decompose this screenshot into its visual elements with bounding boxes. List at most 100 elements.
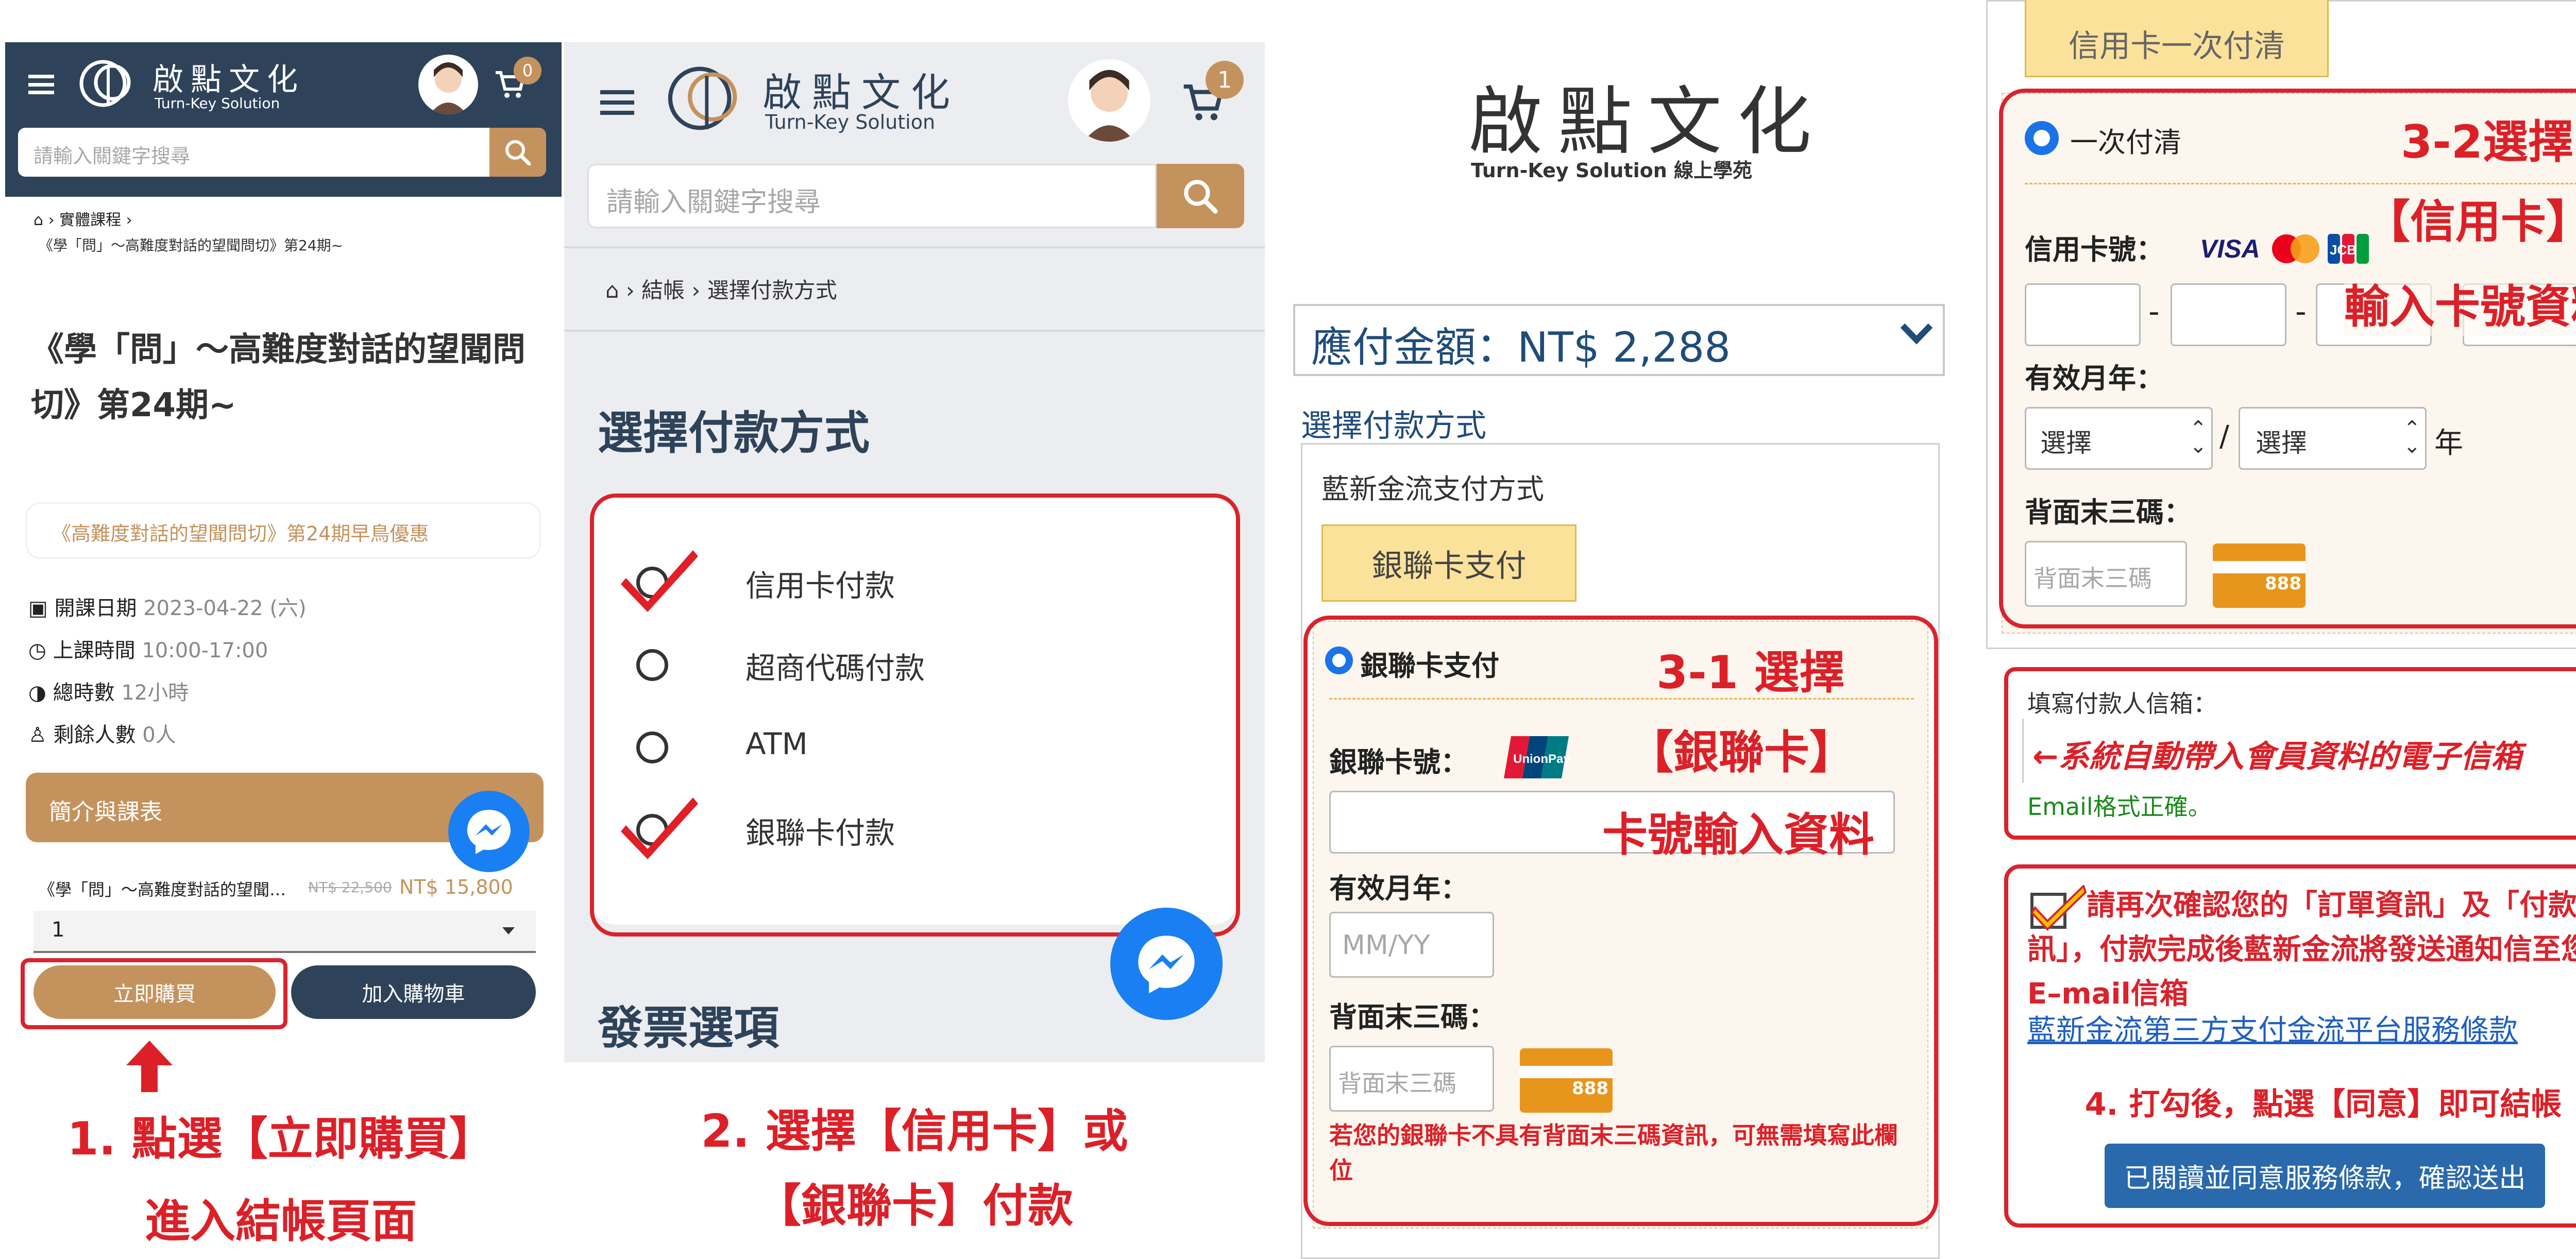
messenger-button[interactable] (1110, 908, 1223, 1020)
card-number-label: 銀聯卡號： (1329, 746, 1468, 778)
option-atm[interactable]: ATM (621, 726, 1188, 773)
unionpay-radio[interactable] (1325, 646, 1353, 674)
add-to-cart-button[interactable]: 加入購物車 (291, 965, 536, 1019)
unionpay-radio-label: 銀聯卡支付 (1360, 650, 1499, 682)
annotation-credit-card: 【信用卡】 (2365, 195, 2576, 248)
credit-card-onetime-tab[interactable]: 信用卡一次付清 (2025, 0, 2329, 77)
step2-line2: 【銀聯卡】付款 (755, 1179, 1073, 1232)
divider (564, 330, 1265, 332)
panel-course-page: 啟點文化 Turn-Key Solution 0 請輸入關鍵字搜尋 ⌂ › 實體… (0, 0, 562, 1259)
atm-radio[interactable] (636, 731, 668, 763)
messenger-icon (1138, 935, 1195, 994)
credit-card-label: 信用卡付款 (745, 568, 895, 603)
dashed-divider (1329, 698, 1914, 700)
hamburger-icon[interactable] (28, 75, 54, 94)
cvv-placeholder: 背面末三碼 (1338, 1069, 1456, 1097)
option-convenience-store[interactable]: 超商代碼付款 (621, 644, 1188, 690)
chevron-down-icon[interactable] (1899, 320, 1935, 346)
brand-tagline: Turn-Key Solution 線上學苑 (1471, 159, 1753, 182)
info-row-date: ▣ 開課日期 2023-04-22 (六) (28, 597, 307, 620)
brand-tagline: Turn-Key Solution (765, 111, 936, 133)
seat-icon: ♙ (28, 723, 47, 747)
select-arrows-icon: ⌃ ⌄ (2403, 417, 2421, 458)
card-brands-icon: VISA JCB (2200, 231, 2385, 267)
course-info-list: ▣ 開課日期 2023-04-22 (六) ◷ 上課時間 10:00-17:00… (28, 587, 307, 756)
cart-count-badge: 1 (1206, 61, 1244, 99)
course-title: 《學「問」～高難度對話的望聞問切》第24期~ (31, 331, 526, 424)
unionpay-logo-icon: UnionPay (1502, 734, 1571, 780)
annotation-3-2: 3-2選擇 (2401, 115, 2573, 168)
info-row-hours: ◑ 總時數 12小時 (28, 681, 189, 705)
email-valid-message: Email格式正確。 (2027, 793, 2212, 821)
convenience-store-radio[interactable] (636, 649, 668, 681)
card-number-label: 信用卡號： (2025, 233, 2164, 266)
brand-name: 啟點文化 (152, 62, 305, 98)
checkmark-icon (621, 550, 698, 612)
page-title: 選擇付款方式 (598, 406, 870, 460)
search-button[interactable] (1157, 164, 1244, 228)
dash-separator: - (2148, 294, 2160, 330)
unionpay-tab[interactable]: 銀聯卡支付 (1321, 524, 1577, 602)
email-annotation: ←系統自動帶入會員資料的電子信箱 (2032, 739, 2522, 775)
option-unionpay[interactable]: 銀聯卡付款 (621, 797, 1188, 859)
home-icon[interactable]: ⌂ (605, 278, 619, 303)
calendar-icon: ▣ (28, 597, 48, 620)
expiry-placeholder: MM/YY (1342, 930, 1430, 961)
brand-tagline: Turn-Key Solution (155, 95, 280, 112)
breadcrumb: ⌂ › 結帳 › 選擇付款方式 (605, 278, 837, 303)
search-icon (1184, 179, 1218, 214)
year-label: 年 (2434, 427, 2463, 460)
breadcrumb: ⌂ › 實體課程 › (33, 211, 132, 229)
home-icon[interactable]: ⌂ (33, 211, 43, 229)
brand-name: 啟點文化 (762, 70, 960, 115)
card-number-part2[interactable] (2171, 283, 2286, 346)
cvv-placeholder: 背面末三碼 (2033, 565, 2152, 592)
onetime-radio[interactable] (2025, 121, 2059, 155)
buy-now-button[interactable]: 立即購買 (33, 965, 276, 1019)
option-credit-card[interactable]: 信用卡付款 (621, 550, 1188, 612)
convenience-store-label: 超商代碼付款 (745, 651, 925, 686)
quantity-select[interactable] (33, 911, 536, 953)
card-number-part1[interactable] (2025, 283, 2141, 346)
step1-line2: 進入結帳頁面 (144, 1195, 417, 1248)
dash-separator: - (2295, 294, 2307, 330)
breadcrumb-category[interactable]: 實體課程 (59, 211, 121, 229)
panel-unionpay-form: 啟點文化 Turn-Key Solution 線上學苑 應付金額：NT$ 2,2… (1278, 0, 1963, 1259)
brand-logo-icon[interactable] (77, 57, 134, 113)
search-button[interactable] (489, 128, 546, 177)
hamburger-icon[interactable] (600, 90, 634, 115)
checkmark-icon (621, 797, 698, 859)
promo-text: 《高難度對話的望聞問切》第24期早鳥優惠 (52, 522, 429, 545)
expiry-label: 有效月年： (2025, 362, 2164, 395)
cvv-label: 背面末三碼： (1329, 1001, 1496, 1033)
expiry-month-value: 選擇 (2040, 428, 2092, 458)
messenger-icon (467, 810, 511, 854)
chevron-down-icon (502, 927, 515, 934)
amount-due: 應付金額：NT$ 2,288 (1311, 324, 1731, 371)
unionpay-label: 銀聯卡付款 (745, 815, 895, 850)
expiry-year-value: 選擇 (2256, 428, 2307, 458)
breadcrumb-checkout[interactable]: 結帳 (641, 278, 685, 303)
info-row-seats: ♙ 剩餘人數 0人 (28, 723, 176, 747)
select-arrows-icon: ⌃ ⌄ (2190, 417, 2207, 458)
card-back-icon: 888 (2213, 543, 2306, 608)
search-icon (505, 140, 531, 165)
svg-text:UnionPay: UnionPay (1513, 752, 1570, 766)
tab-intro-label: 簡介與課表 (49, 799, 162, 825)
confirm-text: 請再次確認您的「訂單資訊」及「付款資訊」，付款完成後藍新金流將發送通知信至您的E… (2027, 889, 2576, 1011)
avatar[interactable] (1068, 59, 1150, 142)
svg-text:VISA: VISA (2200, 234, 2260, 263)
cart-count-badge: 0 (514, 57, 541, 84)
provider-label: 藍新金流支付方式 (1321, 473, 1544, 505)
avatar[interactable] (418, 55, 478, 114)
quantity-value: 1 (52, 918, 65, 942)
divider (564, 246, 1265, 248)
cvv-note: 若您的銀聯卡不具有背面末三碼資訊，可無需填寫此欄位 (1329, 1121, 1898, 1184)
submit-button[interactable]: 已閱讀並同意服務條款，確認送出 (2105, 1144, 2545, 1208)
annotation-card-input: 卡號輸入資料 (1602, 808, 1875, 861)
step1-line1: 1. 點選【立即購買】 (67, 1112, 495, 1165)
brand-logo-icon[interactable] (665, 62, 742, 139)
step2-line1: 2. 選擇【信用卡】或 (701, 1104, 1128, 1158)
messenger-button[interactable] (448, 791, 530, 872)
terms-link[interactable]: 藍新金流第三方支付金流平台服務條款 (2027, 1007, 2518, 1049)
